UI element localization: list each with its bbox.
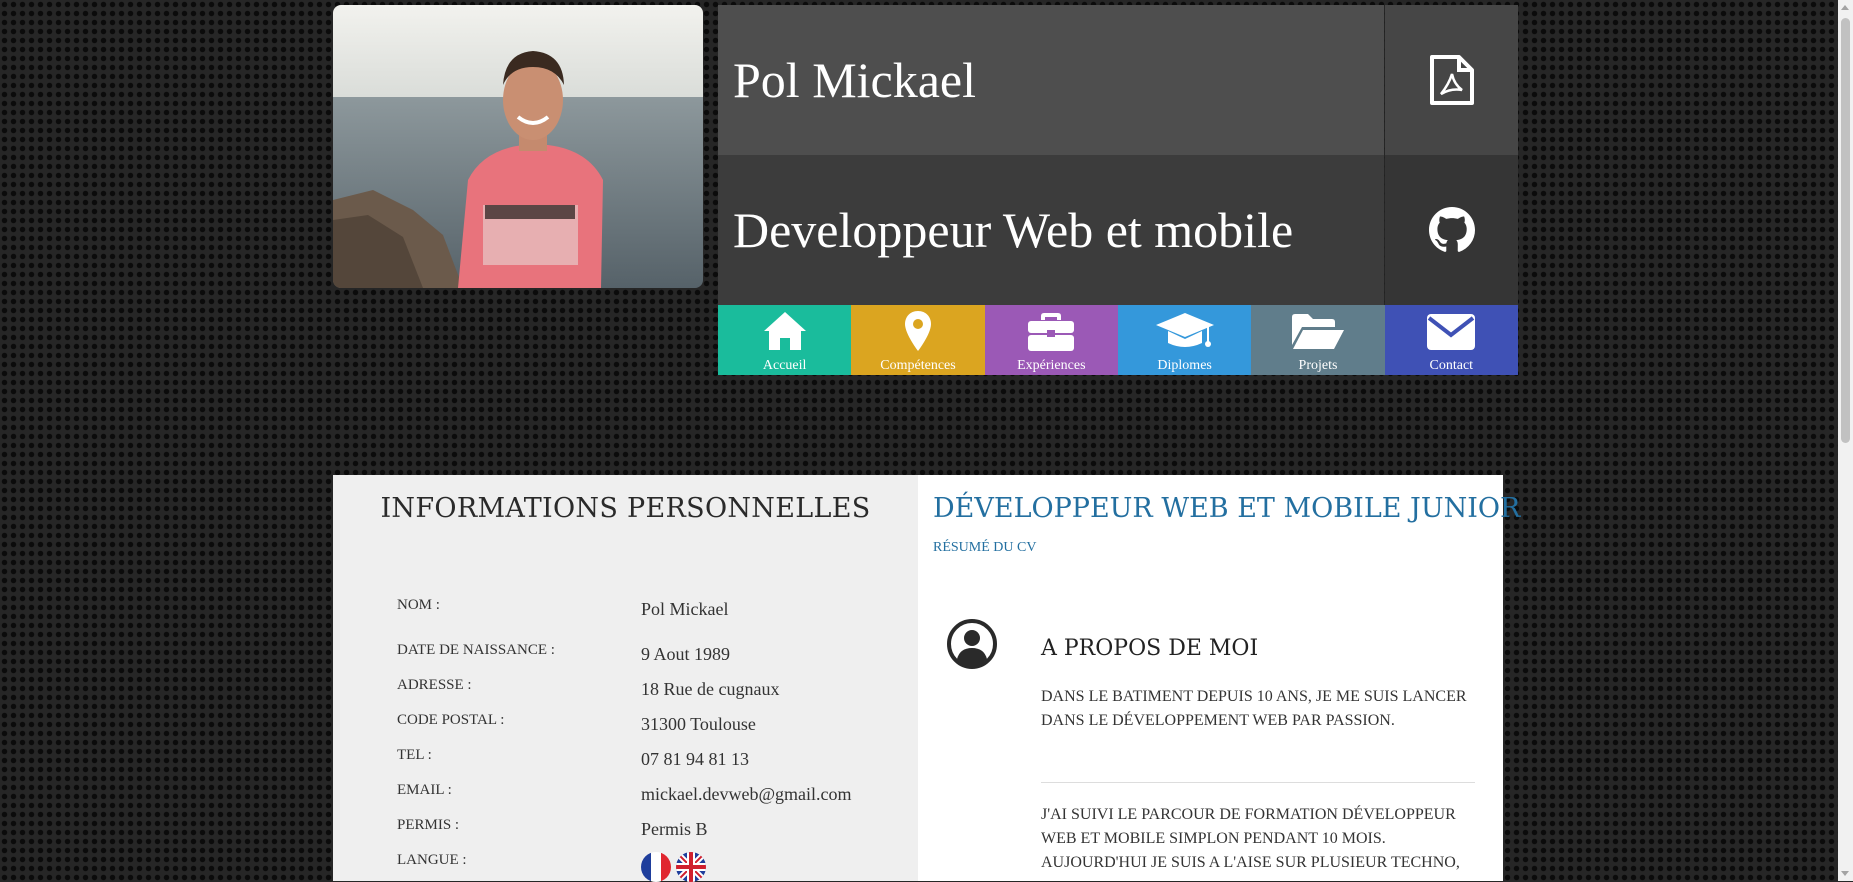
info-label: DATE DE NAISSANCE : (397, 642, 555, 658)
home-icon (763, 312, 806, 350)
resume-panel: DÉVELOPPEUR WEB ET MOBILE JUNIOR RÉSUMÉ … (918, 475, 1520, 881)
header-title: Developpeur Web et mobile (718, 155, 1384, 305)
envelope-icon (1427, 314, 1476, 350)
nav-item-accueil[interactable]: Accueil (718, 305, 852, 375)
folder-open-icon (1291, 314, 1344, 349)
about-paragraph-1: DANS LE BATIMENT DEPUIS 10 ANS, JE ME SU… (1041, 688, 1467, 729)
github-link-button[interactable] (1385, 155, 1518, 305)
nav-label-accueil: Accueil (762, 358, 807, 373)
about-paragraph-2: J'AI SUIVI LE PARCOUR DE FORMATION DÉVEL… (1041, 806, 1460, 871)
resume-heading: DÉVELOPPEUR WEB ET MOBILE JUNIOR (933, 493, 1521, 524)
graduation-cap-icon (1155, 313, 1214, 347)
uk-flag-icon (675, 852, 706, 882)
pdf-file-icon (1429, 55, 1474, 105)
nav-label-contact: Contact (1429, 358, 1474, 373)
scroll-up-arrow-icon[interactable] (1841, 5, 1849, 10)
nav-item-competences[interactable]: Compétences (851, 305, 985, 375)
language-flags (641, 852, 706, 882)
resume-subtitle: RÉSUMÉ DU CV (933, 540, 1037, 555)
info-value: 9 Aout 1989 (641, 644, 731, 664)
personal-info-panel: INFORMATIONS PERSONNELLES NOM : Pol Mick… (333, 475, 918, 882)
github-icon (1428, 207, 1475, 252)
about-title: A PROPOS DE MOI (1041, 636, 1259, 661)
info-value: Permis B (641, 819, 708, 839)
info-label: TEL : (397, 747, 432, 763)
nav-label-projets: Projets (1298, 358, 1338, 373)
info-label: LANGUE : (397, 852, 467, 868)
nav-item-diplomes[interactable]: Diplomes (1117, 305, 1252, 375)
pdf-download-button[interactable] (1385, 5, 1518, 155)
info-value[interactable]: mickael.devweb@gmail.com (641, 784, 852, 805)
scrollbar-thumb[interactable] (1841, 18, 1850, 443)
user-circle-icon (946, 618, 998, 675)
info-value: 31300 Toulouse (641, 714, 756, 734)
personal-info-heading: INFORMATIONS PERSONNELLES (380, 493, 871, 524)
profile-photo (333, 5, 703, 288)
briefcase-icon (1028, 313, 1075, 351)
info-label: ADRESSE : (397, 677, 472, 693)
main-nav: Accueil Compétences Expériences Diplomes (718, 305, 1518, 375)
map-marker-icon (904, 311, 931, 351)
info-label: EMAIL : (397, 782, 452, 798)
header-name: Pol Mickael (718, 5, 1384, 155)
info-label: NOM : (397, 597, 440, 613)
info-value: 07 81 94 81 13 (641, 749, 749, 769)
page-scrollbar[interactable] (1838, 0, 1853, 881)
info-value: Pol Mickael (641, 599, 729, 619)
scroll-down-arrow-icon[interactable] (1841, 871, 1849, 876)
nav-item-projets[interactable]: Projets (1251, 305, 1385, 375)
info-label: PERMIS : (397, 817, 460, 833)
info-value: 18 Rue de cugnaux (641, 679, 780, 699)
nav-item-experiences[interactable]: Expériences (984, 305, 1118, 375)
header-name-row: Pol Mickael (718, 5, 1518, 155)
nav-item-contact[interactable]: Contact (1384, 305, 1518, 375)
info-label: CODE POSTAL : (397, 712, 505, 728)
nav-label-diplomes: Diplomes (1157, 358, 1212, 373)
header-title-row: Developpeur Web et mobile (718, 155, 1518, 305)
divider (1041, 782, 1475, 783)
nav-label-competences: Compétences (880, 358, 956, 373)
french-flag-icon (641, 852, 671, 882)
nav-label-experiences: Expériences (1017, 358, 1086, 373)
